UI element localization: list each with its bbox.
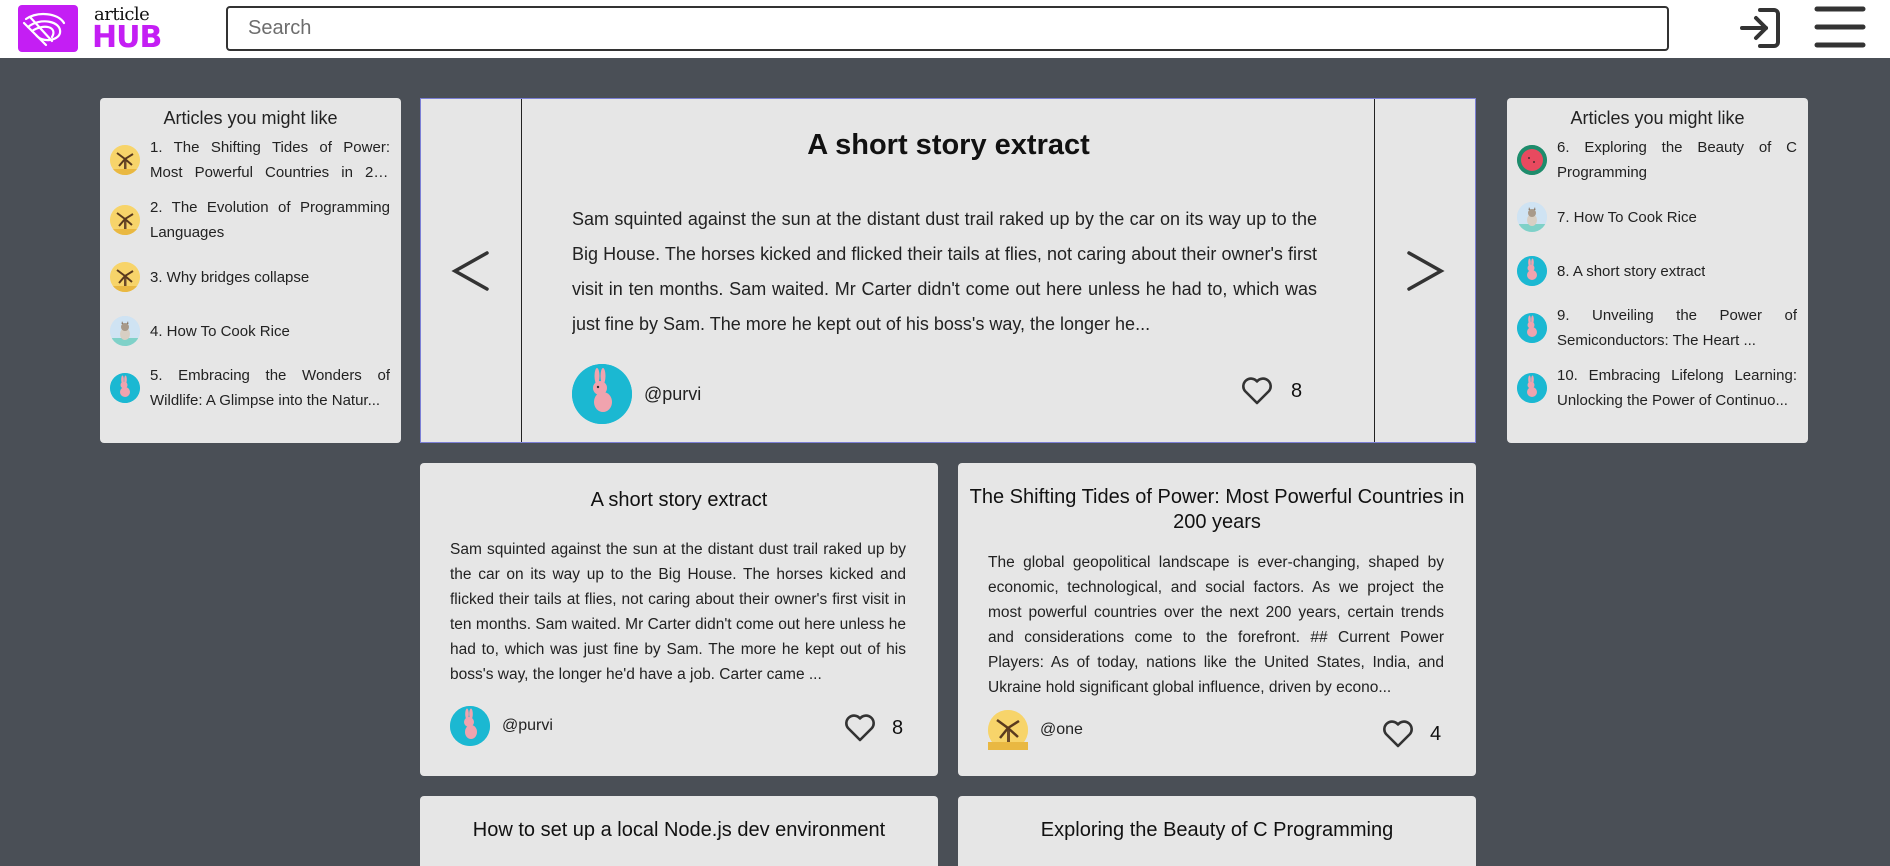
featured-author[interactable]: @purvi — [572, 364, 701, 424]
sidebar-article-item[interactable]: 8. A short story extract — [1507, 249, 1808, 293]
sidebar-title: Articles you might like — [1570, 108, 1745, 128]
sidebar-article-title: 8. A short story extract — [1557, 262, 1706, 280]
logo-icon[interactable] — [18, 5, 78, 52]
sidebar-article-title: 3. Why bridges collapse — [150, 268, 310, 286]
article-card[interactable]: Exploring the Beauty of C Programming — [958, 796, 1476, 866]
sidebar-article-title: 5. Embracing the Wonders of Wildlife: A … — [150, 367, 390, 409]
like-count: 8 — [892, 716, 904, 739]
sidebar-article-item[interactable]: 2. The Evolution of Programming Language… — [100, 195, 401, 245]
sidebar-article-item[interactable]: 5. Embracing the Wonders of Wildlife: A … — [100, 363, 401, 413]
heart-icon[interactable] — [1241, 377, 1273, 405]
article-card-excerpt: Sam squinted against the sun at the dist… — [450, 541, 906, 683]
logo-hub-text: HUB — [92, 20, 162, 55]
article-card-excerpt: The global geopolitical landscape is eve… — [988, 554, 1444, 696]
article-card-title[interactable]: The Shifting Tides of Power: Most Powerf… — [968, 485, 1466, 535]
author-name: @one — [1040, 721, 1083, 738]
like-count: 8 — [1291, 379, 1303, 402]
rabbit-avatar-icon — [110, 373, 140, 403]
chevron-left-icon — [451, 250, 489, 291]
windmill-avatar-icon — [988, 710, 1028, 750]
top-navbar: article HUB — [0, 0, 1890, 58]
like-count: 4 — [1430, 722, 1442, 745]
sidebar-article-title: 9. Unveiling the Power of Semiconductors… — [1557, 307, 1797, 349]
featured-excerpt: Sam squinted against the sun at the dist… — [572, 209, 1317, 334]
author-name: @purvi — [644, 383, 702, 404]
windmill-avatar-icon — [110, 262, 140, 292]
sidebar-article-item[interactable]: 7. How To Cook Rice — [1507, 195, 1808, 239]
article-card[interactable]: How to set up a local Node.js dev enviro… — [420, 796, 938, 866]
cat-avatar-icon — [110, 316, 140, 346]
sidebar-title: Articles you might like — [163, 108, 338, 128]
article-card[interactable]: The Shifting Tides of Power: Most Powerf… — [958, 463, 1476, 776]
cat-avatar-icon — [1517, 202, 1547, 232]
recommended-articles-right: Articles you might like 6. Exploring the… — [1507, 98, 1808, 443]
sidebar-article-item[interactable]: 10. Embracing Lifelong Learning: Unlocki… — [1507, 363, 1808, 413]
login-icon — [1740, 8, 1780, 48]
menu-button[interactable] — [1812, 0, 1868, 54]
sidebar-article-title: 10. Embracing Lifelong Learning: Unlocki… — [1557, 367, 1797, 409]
rabbit-avatar-icon — [572, 364, 632, 424]
sidebar-article-title: 4. How To Cook Rice — [150, 322, 290, 340]
sidebar-article-item[interactable]: 9. Unveiling the Power of Semiconductors… — [1507, 303, 1808, 353]
windmill-avatar-icon — [110, 145, 140, 175]
sidebar-article-title: 6. Exploring the Beauty of C Programming — [1557, 139, 1797, 181]
carousel-next-button[interactable] — [1374, 99, 1475, 442]
recommended-articles-left: Articles you might like 1. The Shifting … — [100, 98, 401, 443]
rabbit-avatar-icon — [1517, 373, 1547, 403]
rabbit-avatar-icon — [1517, 313, 1547, 343]
article-card-author[interactable]: @purvi — [450, 706, 553, 746]
login-button[interactable] — [1735, 3, 1785, 53]
sidebar-article-item[interactable]: 3. Why bridges collapse — [100, 255, 401, 299]
watermelon-avatar-icon — [1517, 145, 1547, 175]
article-card-title[interactable]: Exploring the Beauty of C Programming — [968, 818, 1466, 843]
sidebar-article-item[interactable]: 1. The Shifting Tides of Power: Most Pow… — [100, 135, 401, 185]
rabbit-avatar-icon — [1517, 256, 1547, 286]
article-card-like: 8 — [844, 714, 903, 742]
chevron-right-icon — [1407, 250, 1445, 291]
hamburger-menu-icon — [1814, 6, 1866, 48]
article-card-author[interactable]: @one — [988, 710, 1083, 750]
article-card[interactable]: A short story extract Sam squinted again… — [420, 463, 938, 776]
rabbit-avatar-icon — [450, 706, 490, 746]
sidebar-article-title: 2. The Evolution of Programming Language… — [150, 199, 390, 241]
article-card-title[interactable]: A short story extract — [430, 488, 928, 513]
logo-wordmark[interactable]: article HUB — [92, 2, 162, 55]
heart-icon[interactable] — [1382, 720, 1414, 748]
article-card-like: 4 — [1382, 720, 1441, 748]
featured-title[interactable]: A short story extract — [523, 129, 1374, 162]
windmill-avatar-icon — [110, 205, 140, 235]
featured-article-carousel: A short story extract Sam squinted again… — [420, 98, 1476, 443]
heart-icon[interactable] — [844, 714, 876, 742]
sidebar-article-item[interactable]: 4. How To Cook Rice — [100, 309, 401, 353]
featured-like: 8 — [1241, 377, 1302, 405]
sidebar-article-title: 1. The Shifting Tides of Power: Most Pow… — [150, 139, 390, 181]
sidebar-article-title: 7. How To Cook Rice — [1557, 208, 1697, 226]
search-input[interactable] — [226, 6, 1669, 51]
article-card-title[interactable]: How to set up a local Node.js dev enviro… — [430, 818, 928, 843]
carousel-prev-button[interactable] — [421, 99, 522, 442]
author-name: @purvi — [502, 717, 553, 734]
sidebar-article-item[interactable]: 6. Exploring the Beauty of C Programming — [1507, 135, 1808, 185]
